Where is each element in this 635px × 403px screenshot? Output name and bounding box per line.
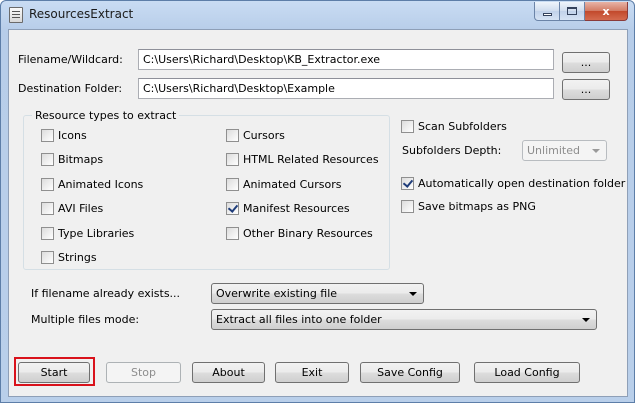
caption-buttons: x	[534, 2, 628, 21]
checkbox-html-related[interactable]: HTML Related Resources	[226, 153, 379, 166]
checkbox-type-libraries[interactable]: Type Libraries	[41, 227, 134, 240]
checkbox-label: Save bitmaps as PNG	[418, 200, 536, 213]
close-icon: x	[602, 4, 610, 18]
checkbox-cursors[interactable]: Cursors	[226, 129, 285, 142]
checkbox-box[interactable]	[41, 202, 54, 215]
checkbox-save-png[interactable]: Save bitmaps as PNG	[401, 200, 536, 213]
checkbox-label: Manifest Resources	[243, 202, 350, 215]
load-config-button[interactable]: Load Config	[474, 362, 580, 383]
maximize-icon	[567, 7, 577, 15]
start-button-highlight	[14, 357, 95, 386]
checkbox-manifest-resources[interactable]: Manifest Resources	[226, 202, 350, 215]
chevron-down-icon	[582, 318, 590, 322]
checkbox-animated-cursors[interactable]: Animated Cursors	[226, 178, 341, 191]
checkbox-label: HTML Related Resources	[243, 153, 379, 166]
checkbox-box[interactable]	[226, 178, 239, 191]
checkbox-label: Bitmaps	[58, 153, 104, 166]
multiple-files-label: Multiple files mode:	[31, 313, 140, 326]
checkbox-icons[interactable]: Icons	[41, 129, 87, 142]
checkbox-label: Automatically open destination folder	[418, 177, 626, 190]
checkbox-box[interactable]	[41, 129, 54, 142]
checkbox-box[interactable]	[401, 200, 414, 213]
filename-browse-button[interactable]: ...	[562, 52, 610, 73]
checkbox-box[interactable]	[41, 227, 54, 240]
title-bar[interactable]: ResourcesExtract x	[1, 1, 634, 29]
destination-browse-button[interactable]: ...	[562, 79, 610, 100]
checkbox-bitmaps[interactable]: Bitmaps	[41, 153, 103, 166]
subfolders-depth-select[interactable]: Unlimited	[522, 140, 607, 161]
stop-button[interactable]: Stop	[106, 362, 181, 383]
resource-types-title: Resource types to extract	[32, 109, 180, 122]
subfolders-depth-label: Subfolders Depth:	[402, 144, 502, 157]
checkbox-avi-files[interactable]: AVI Files	[41, 202, 103, 215]
multiple-files-value: Extract all files into one folder	[216, 313, 382, 326]
checkbox-animated-icons[interactable]: Animated Icons	[41, 178, 143, 191]
destination-input[interactable]: C:\Users\Richard\Desktop\Example	[138, 78, 554, 99]
checkbox-scan-subfolders[interactable]: Scan Subfolders	[401, 120, 507, 133]
checkbox-label: Icons	[58, 129, 87, 142]
checkbox-label: Animated Cursors	[243, 178, 342, 191]
checkbox-label: Animated Icons	[58, 178, 144, 191]
chevron-down-icon	[409, 292, 417, 296]
minimize-icon	[542, 12, 552, 16]
file-exists-label: If filename already exists...	[31, 287, 181, 300]
checkbox-box[interactable]	[226, 202, 239, 215]
checkbox-box[interactable]	[226, 227, 239, 240]
app-icon	[9, 7, 23, 23]
checkbox-label: Type Libraries	[58, 227, 135, 240]
checkbox-label: Other Binary Resources	[243, 227, 373, 240]
maximize-button[interactable]	[560, 2, 585, 21]
checkbox-box[interactable]	[401, 177, 414, 190]
checkbox-label: Scan Subfolders	[418, 120, 507, 133]
chevron-down-icon	[592, 149, 600, 153]
checkbox-label: Strings	[58, 251, 97, 264]
checkbox-box[interactable]	[41, 153, 54, 166]
destination-label: Destination Folder:	[18, 82, 123, 95]
close-button[interactable]: x	[585, 2, 628, 21]
multiple-files-select[interactable]: Extract all files into one folder	[211, 309, 597, 330]
checkbox-label: Cursors	[243, 129, 285, 142]
about-button[interactable]: About	[192, 362, 265, 383]
minimize-button[interactable]	[534, 2, 560, 21]
checkbox-box[interactable]	[226, 153, 239, 166]
subfolders-depth-value: Unlimited	[527, 144, 580, 157]
checkbox-other-binary[interactable]: Other Binary Resources	[226, 227, 373, 240]
filename-label: Filename/Wildcard:	[18, 53, 123, 66]
checkbox-box[interactable]	[401, 120, 414, 133]
exit-button[interactable]: Exit	[275, 362, 349, 383]
file-exists-value: Overwrite existing file	[216, 287, 338, 300]
checkbox-strings[interactable]: Strings	[41, 251, 97, 264]
checkbox-box[interactable]	[41, 251, 54, 264]
file-exists-select[interactable]: Overwrite existing file	[211, 283, 424, 304]
checkbox-auto-open-folder[interactable]: Automatically open destination folder	[401, 177, 625, 190]
checkbox-box[interactable]	[41, 178, 54, 191]
window-title: ResourcesExtract	[29, 7, 134, 21]
filename-input[interactable]: C:\Users\Richard\Desktop\KB_Extractor.ex…	[138, 49, 554, 70]
checkbox-label: AVI Files	[58, 202, 104, 215]
checkbox-box[interactable]	[226, 129, 239, 142]
save-config-button[interactable]: Save Config	[360, 362, 460, 383]
